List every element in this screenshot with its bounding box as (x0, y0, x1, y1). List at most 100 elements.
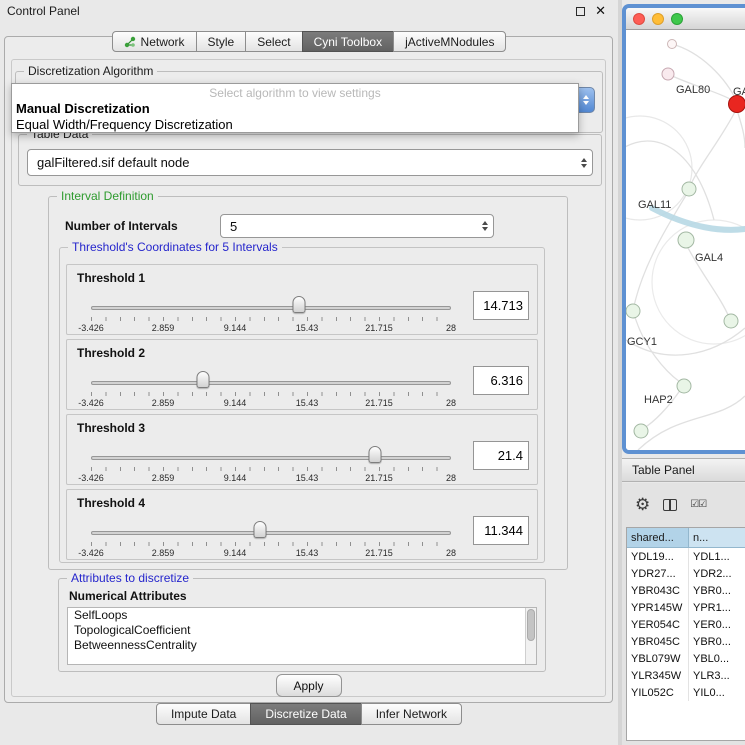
attribute-list-item[interactable]: BetweennessCentrality (68, 638, 536, 653)
tick-label: 15.43 (296, 473, 319, 483)
cell-name[interactable]: YPR1... (689, 599, 745, 616)
tab-cyni-toolbox[interactable]: Cyni Toolbox (302, 31, 394, 52)
threshold-3-slider[interactable]: -3.4262.8599.14415.4321.71528 (91, 443, 451, 485)
combo-arrows-icon (581, 158, 587, 168)
tab-label: Impute Data (171, 707, 236, 721)
column-header-name[interactable]: n... (689, 528, 745, 548)
zoom-traffic-light-icon[interactable] (671, 13, 683, 25)
slider-track[interactable] (91, 381, 451, 385)
table-toolbar: ⚙ ☑☑ (622, 483, 745, 527)
dropdown-option-equal-width-frequency[interactable]: Equal Width/Frequency Discretization (12, 117, 578, 133)
slider-handle[interactable] (369, 446, 382, 463)
tick-label: -3.426 (78, 473, 104, 483)
tab-label: Style (208, 35, 235, 49)
threshold-2-slider[interactable]: -3.4262.8599.14415.4321.71528 (91, 368, 451, 410)
table-row[interactable]: YPR145W YPR1... (627, 599, 745, 616)
threshold-3-value-field[interactable] (473, 441, 529, 470)
slider-handle[interactable] (292, 296, 305, 313)
settings-gear-icon[interactable]: ⚙ (635, 497, 650, 514)
cell-shared-name[interactable]: YDR27... (627, 565, 689, 582)
cell-name[interactable]: YDL1... (689, 548, 745, 565)
slider-track[interactable] (91, 531, 451, 535)
tick-label: 15.43 (296, 548, 319, 558)
slider-ticks (91, 392, 451, 396)
desktop: Control Panel ✕ Network Style Select C (0, 0, 745, 745)
interval-definition-group: Interval Definition Number of Intervals … (48, 196, 568, 570)
tab-impute-data[interactable]: Impute Data (156, 703, 251, 725)
slider-handle[interactable] (196, 371, 209, 388)
tab-select[interactable]: Select (245, 31, 302, 52)
num-intervals-combo[interactable]: 5 (220, 214, 494, 238)
cell-name[interactable]: YIL0... (689, 684, 745, 701)
column-header-shared-name[interactable]: shared... (627, 528, 689, 548)
cell-name[interactable]: YBL0... (689, 650, 745, 667)
table-row[interactable]: YDR27... YDR2... (627, 565, 745, 582)
tab-style[interactable]: Style (196, 31, 247, 52)
tick-label: -3.426 (78, 548, 104, 558)
apply-button[interactable]: Apply (276, 674, 342, 697)
slider-track[interactable] (91, 456, 451, 460)
table-panel: ⚙ ☑☑ shared... n... YDL19... YDL1... YDR… (622, 483, 745, 745)
table-row[interactable]: YBR043C YBR0... (627, 582, 745, 599)
cell-shared-name[interactable]: YIL052C (627, 684, 689, 701)
tab-discretize-data[interactable]: Discretize Data (250, 703, 361, 725)
table-row[interactable]: YLR345W YLR3... (627, 667, 745, 684)
group-title: Interval Definition (57, 189, 158, 203)
cell-name[interactable]: YBR0... (689, 582, 745, 599)
table-columns-icon[interactable] (663, 499, 677, 511)
slider-tick-labels: -3.4262.8599.14415.4321.71528 (91, 548, 451, 558)
table-data-combo[interactable]: galFiltered.sif default node (27, 149, 593, 176)
cell-shared-name[interactable]: YBR045C (627, 633, 689, 650)
threshold-4-value-field[interactable] (473, 516, 529, 545)
threshold-1-value-field[interactable] (473, 291, 529, 320)
tab-network[interactable]: Network (112, 31, 197, 52)
table-row[interactable]: YIL052C YIL0... (627, 684, 745, 701)
list-scrollbar[interactable] (525, 608, 536, 664)
threshold-4-slider[interactable]: -3.4262.8599.14415.4321.71528 (91, 518, 451, 560)
minimize-traffic-light-icon[interactable] (652, 13, 664, 25)
table-row[interactable]: YER054C YER0... (627, 616, 745, 633)
cell-shared-name[interactable]: YBL079W (627, 650, 689, 667)
table-row[interactable]: YBR045C YBR0... (627, 633, 745, 650)
cell-shared-name[interactable]: YDL19... (627, 548, 689, 565)
cell-name[interactable]: YER0... (689, 616, 745, 633)
bottom-tab-bar: Impute Data Discretize Data Infer Networ… (0, 703, 618, 725)
close-icon[interactable]: ✕ (595, 5, 606, 18)
tab-jactivemnodules[interactable]: jActiveMNodules (393, 31, 506, 52)
numerical-attributes-list[interactable]: SelfLoopsTopologicalCoefficientBetweenne… (67, 607, 537, 665)
combo-value: 5 (230, 219, 237, 234)
threshold-4-panel: Threshold 4 -3.4262.8599.14415.4321.7152… (66, 489, 538, 560)
table-row[interactable]: YDL19... YDL1... (627, 548, 745, 565)
network-canvas[interactable]: GAL80 GA GAL11 GAL4 GCY1 HAP2 (626, 30, 745, 450)
tick-label: 21.715 (365, 398, 393, 408)
cell-shared-name[interactable]: YLR345W (627, 667, 689, 684)
cell-shared-name[interactable]: YBR043C (627, 582, 689, 599)
network-window-titlebar[interactable] (626, 8, 745, 30)
cyni-toolbox-panel: Discretization Algorithm Select algorith… (4, 36, 613, 703)
dropdown-option-manual-discretization[interactable]: Manual Discretization (12, 101, 578, 117)
threshold-2-value-field[interactable] (473, 366, 529, 395)
tick-label: 28 (446, 398, 456, 408)
cell-name[interactable]: YDR2... (689, 565, 745, 582)
tab-label: Discretize Data (265, 707, 346, 721)
combo-arrows-icon (583, 95, 589, 105)
cell-shared-name[interactable]: YER054C (627, 616, 689, 633)
close-traffic-light-icon[interactable] (633, 13, 645, 25)
attribute-list-item[interactable]: TopologicalCoefficient (68, 623, 536, 638)
tab-label: Network (141, 35, 185, 49)
tab-infer-network[interactable]: Infer Network (361, 703, 462, 725)
slider-track[interactable] (91, 306, 451, 310)
cell-shared-name[interactable]: YPR145W (627, 599, 689, 616)
slider-handle[interactable] (254, 521, 267, 538)
cell-name[interactable]: YBR0... (689, 633, 745, 650)
float-window-icon[interactable] (576, 7, 585, 16)
cell-name[interactable]: YLR3... (689, 667, 745, 684)
control-panel-titlebar[interactable]: Control Panel ✕ (0, 0, 618, 22)
table-row[interactable]: YBL079W YBL0... (627, 650, 745, 667)
threshold-1-slider[interactable]: -3.4262.8599.14415.4321.71528 (91, 293, 451, 335)
column-visibility-icon[interactable]: ☑☑ (690, 500, 706, 510)
window-title: Control Panel (7, 4, 80, 18)
scrollbar-thumb[interactable] (527, 609, 535, 641)
group-title: Discretization Algorithm (24, 64, 157, 78)
attribute-list-item[interactable]: SelfLoops (68, 608, 536, 623)
